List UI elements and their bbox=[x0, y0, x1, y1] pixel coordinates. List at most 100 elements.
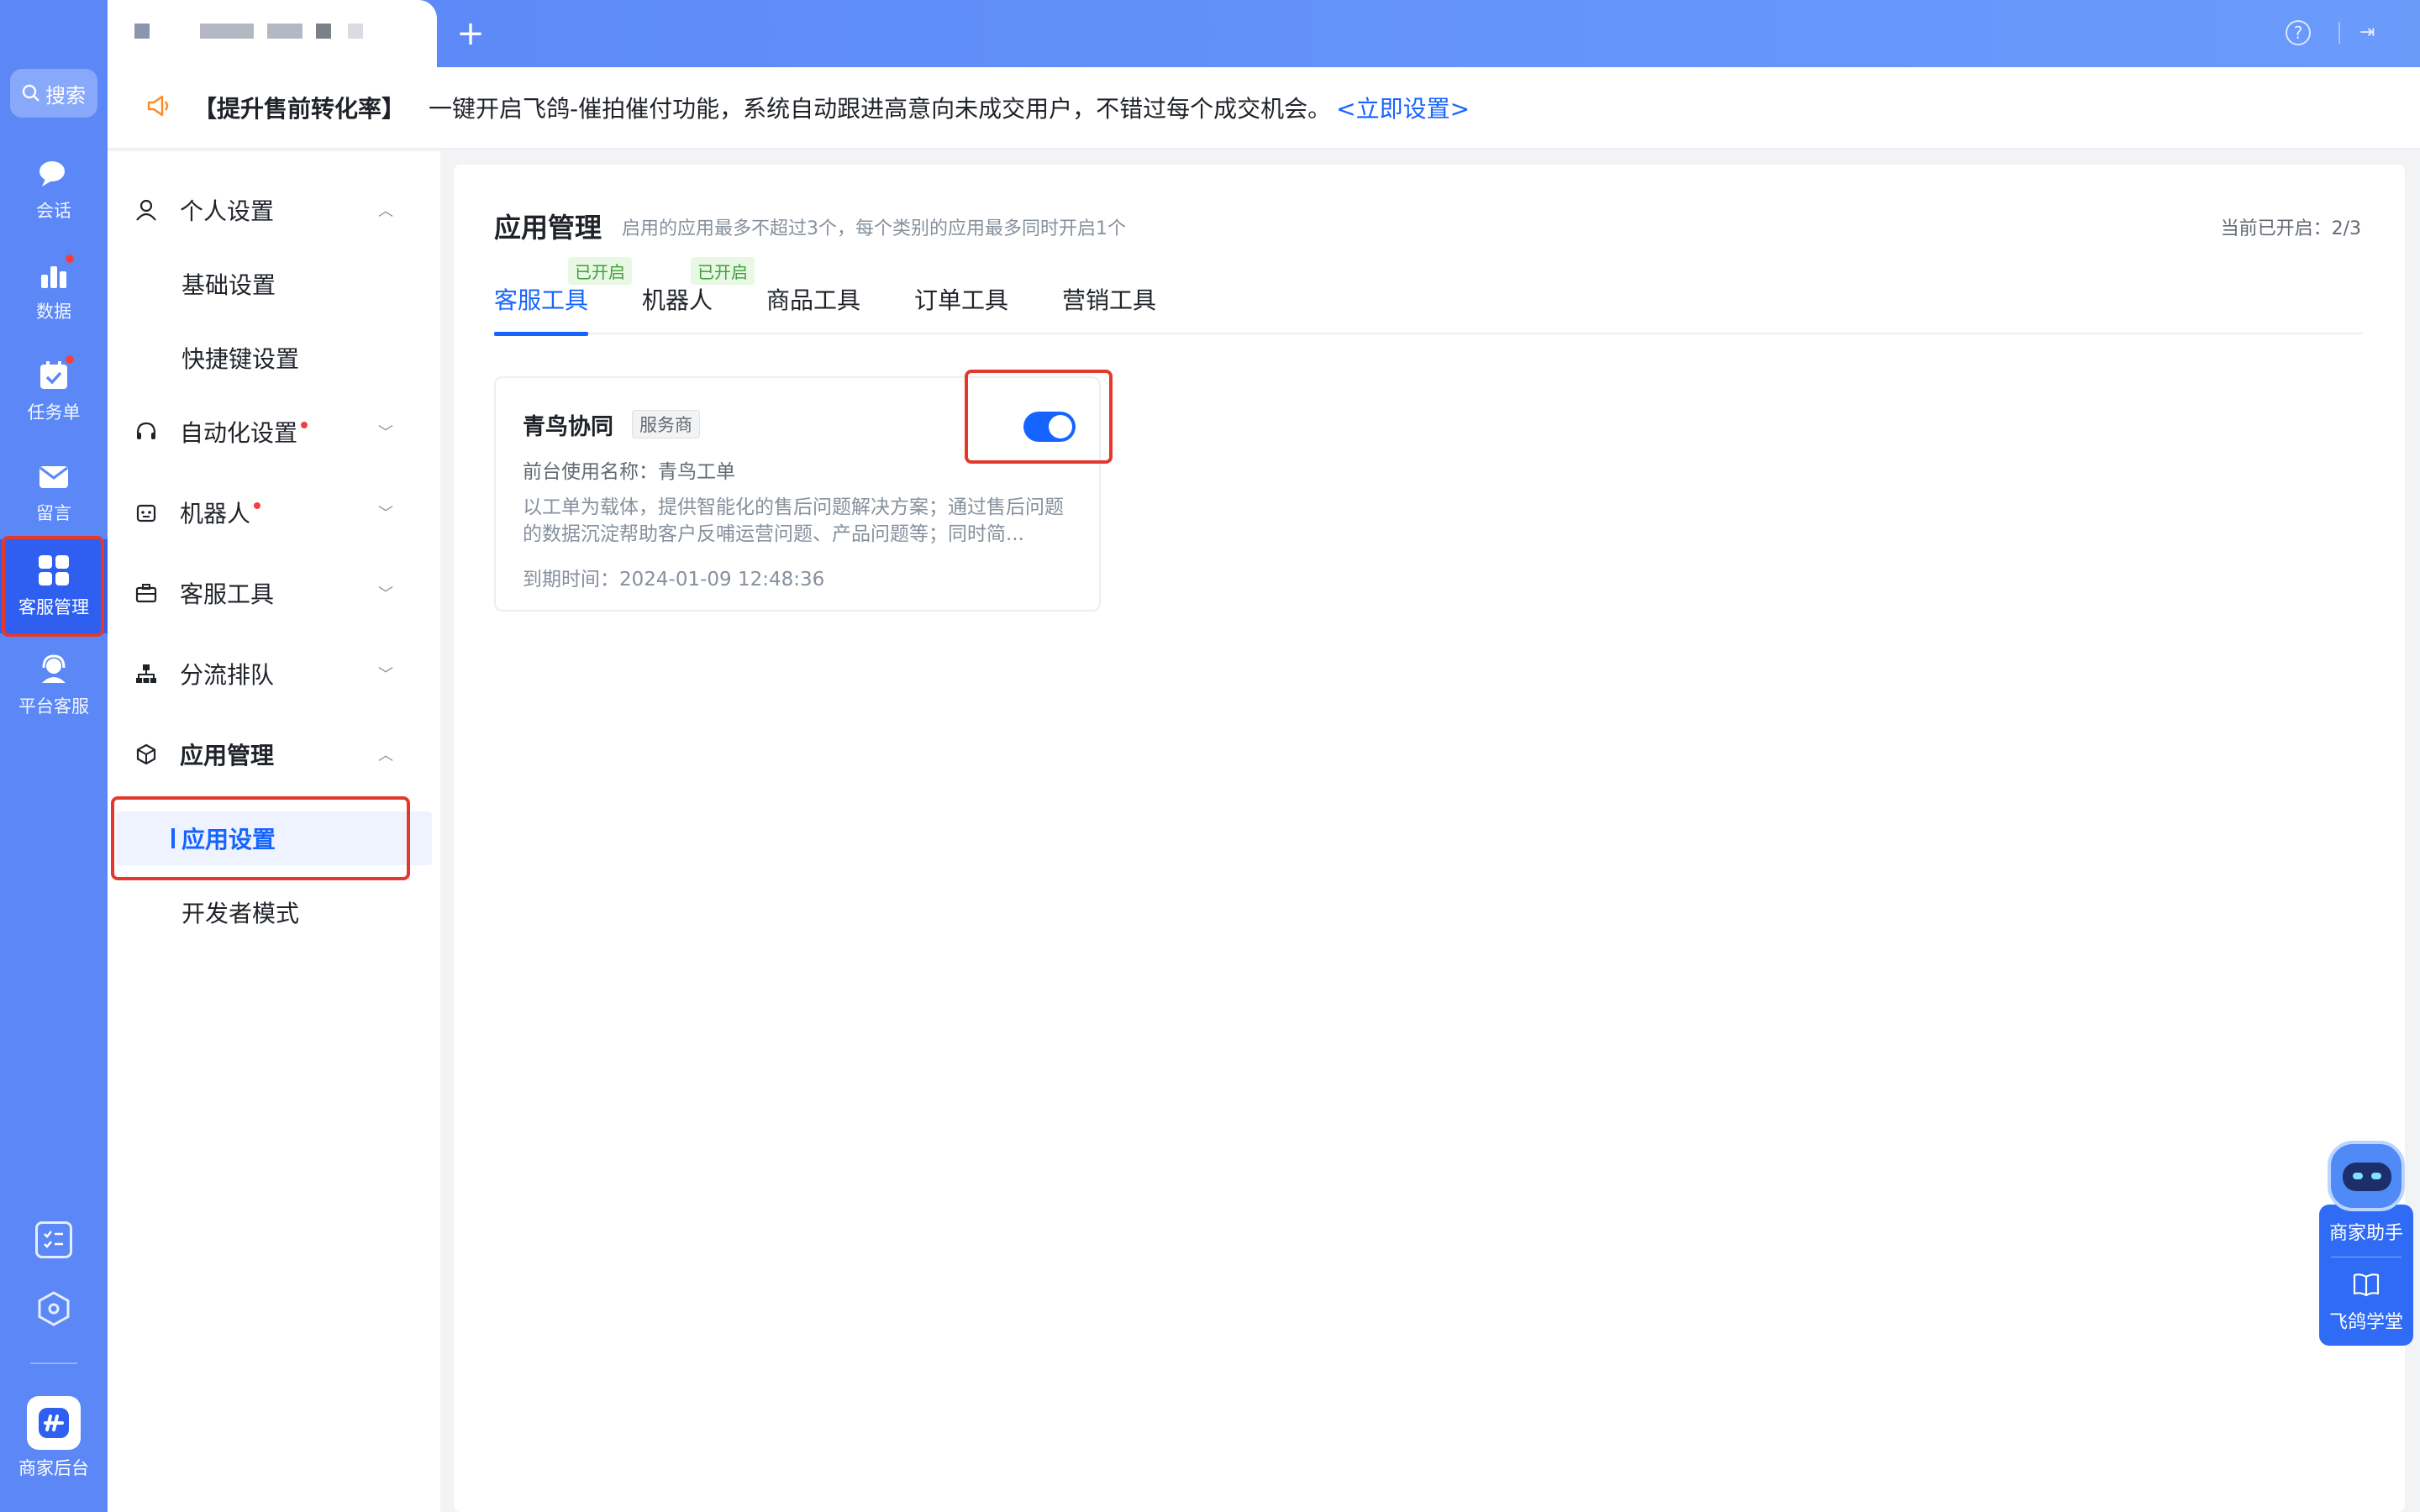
menu-group-label: 客服工具 bbox=[180, 580, 275, 608]
tab-label: 商品工具 bbox=[766, 286, 861, 314]
tab-title-redacted bbox=[316, 24, 331, 39]
tab-robot[interactable]: 机器人 已开启 bbox=[642, 257, 755, 334]
new-tab-plus-icon[interactable]: + bbox=[452, 15, 489, 52]
tab-favicon bbox=[134, 24, 150, 39]
tab-cs-tools[interactable]: 客服工具 已开启 bbox=[494, 257, 632, 336]
tab-title-redacted bbox=[267, 24, 302, 39]
settings-hexagon-icon[interactable] bbox=[35, 1290, 72, 1327]
page-description: 启用的应用最多不超过3个，每个类别的应用最多同时开启1个 bbox=[622, 218, 1126, 239]
rail-item-messages[interactable]: 留言 bbox=[0, 445, 108, 539]
notification-dot bbox=[254, 502, 261, 509]
tab-order-tools[interactable]: 订单工具 bbox=[914, 282, 1008, 334]
rail-item-tasks[interactable]: 任务单 bbox=[0, 344, 108, 438]
page-title: 应用管理 bbox=[494, 212, 602, 244]
chevron-down-icon: ﹀ bbox=[378, 505, 393, 522]
academy-label[interactable]: 飞鸽学堂 bbox=[2319, 1307, 2413, 1334]
rail-divider bbox=[30, 1362, 77, 1364]
envelope-icon bbox=[37, 459, 71, 493]
tab-label: 营销工具 bbox=[1062, 286, 1157, 314]
highlight-frame bbox=[965, 370, 1113, 464]
exit-icon[interactable]: ⇥ bbox=[2360, 22, 2383, 44]
help-icon[interactable]: ? bbox=[2286, 20, 2311, 45]
chevron-up-icon: ︿ bbox=[378, 202, 393, 220]
toolbox-icon bbox=[134, 581, 158, 605]
menu-group-label: 应用管理 bbox=[180, 742, 275, 769]
headset-icon bbox=[134, 420, 158, 444]
menu-group-label: 自动化设置 bbox=[180, 419, 298, 447]
menu-group-app-management[interactable]: 应用管理 ︿ bbox=[108, 727, 440, 781]
bar-chart-icon bbox=[37, 253, 76, 291]
notice-setup-link[interactable]: <立即设置> bbox=[1336, 91, 1470, 124]
search-icon bbox=[22, 84, 39, 102]
notification-dot bbox=[301, 422, 308, 428]
left-rail: 搜索 会话 数据 任务单 留言 客服管理 平台客服 商家后台 bbox=[0, 0, 108, 1512]
rail-item-label: 留言 bbox=[36, 503, 71, 523]
menu-item-shortcut-settings[interactable]: 快捷键设置 bbox=[108, 331, 440, 385]
rail-item-label: 数据 bbox=[36, 302, 71, 322]
app-description: 以工单为载体，提供智能化的售后问题解决方案；通过售后问题的数据沉淀帮助客户反哺运… bbox=[523, 496, 1064, 545]
tab-title-redacted bbox=[348, 24, 363, 39]
robot-icon bbox=[134, 501, 158, 524]
notice-bar: 【提升售前转化率】 一键开启飞鸽-催拍催付功能，系统自动跟进高意向未成交用户，不… bbox=[108, 67, 2420, 150]
checklist-icon[interactable] bbox=[35, 1221, 72, 1258]
rail-search-button[interactable]: 搜索 bbox=[10, 69, 97, 118]
chevron-down-icon: ﹀ bbox=[378, 666, 393, 684]
robot-avatar-icon[interactable] bbox=[2328, 1141, 2405, 1211]
tab-title-redacted bbox=[200, 24, 254, 39]
topbar-divider bbox=[2338, 22, 2340, 44]
rail-search-label: 搜索 bbox=[45, 83, 86, 108]
chat-bubbles-icon bbox=[37, 157, 71, 191]
menu-item-label: 开发者模式 bbox=[182, 900, 300, 927]
app-expire-time: 到期时间：2024-01-09 12:48:36 bbox=[523, 569, 825, 591]
menu-group-automation[interactable]: 自动化设置 ﹀ bbox=[108, 405, 440, 459]
app-name: 青鸟协同 bbox=[523, 414, 613, 440]
menu-group-personal[interactable]: 个人设置 ︿ bbox=[108, 183, 440, 237]
menu-group-routing[interactable]: 分流排队 ﹀ bbox=[108, 647, 440, 701]
menu-group-label: 机器人 bbox=[180, 500, 251, 528]
top-bar: + ? ⇥ bbox=[108, 0, 2420, 67]
rail-item-data[interactable]: 数据 bbox=[0, 244, 108, 338]
menu-group-label: 个人设置 bbox=[180, 197, 275, 225]
user-icon bbox=[134, 198, 158, 222]
notice-title: 【提升售前转化率】 bbox=[193, 95, 406, 123]
enabled-badge: 已开启 bbox=[691, 257, 755, 285]
chevron-down-icon: ﹀ bbox=[378, 424, 393, 442]
tab-label: 客服工具 bbox=[494, 286, 589, 314]
app-alias: 前台使用名称：青鸟工单 bbox=[523, 461, 735, 483]
notification-dot bbox=[64, 354, 76, 365]
rail-item-label: 平台客服 bbox=[18, 696, 89, 717]
cube-icon bbox=[134, 743, 158, 766]
highlight-frame bbox=[2, 536, 104, 637]
menu-group-cs-tools[interactable]: 客服工具 ﹀ bbox=[108, 566, 440, 620]
notification-dot bbox=[64, 253, 76, 265]
browser-tab[interactable] bbox=[108, 0, 437, 67]
settings-side-menu: 个人设置 ︿ 基础设置 快捷键设置 自动化设置 ﹀ 机器人 ﹀ 客服工具 ﹀ 分… bbox=[108, 151, 440, 1512]
highlight-frame bbox=[111, 796, 410, 880]
enabled-count: 当前已开启：2/3 bbox=[2220, 218, 2361, 239]
open-book-icon[interactable] bbox=[2351, 1272, 2381, 1299]
org-tree-icon bbox=[134, 662, 158, 685]
tab-product-tools[interactable]: 商品工具 bbox=[766, 282, 860, 334]
active-tab-underline bbox=[494, 332, 589, 336]
menu-item-developer-mode[interactable]: 开发者模式 bbox=[108, 885, 440, 939]
provider-tag: 服务商 bbox=[632, 410, 700, 438]
rail-item-label: 会话 bbox=[36, 201, 71, 221]
merchant-backend-logo-icon[interactable] bbox=[27, 1396, 81, 1450]
tab-label: 机器人 bbox=[642, 286, 713, 314]
menu-group-label: 分流排队 bbox=[180, 661, 275, 689]
calendar-check-icon bbox=[37, 354, 76, 392]
menu-item-basic-settings[interactable]: 基础设置 bbox=[108, 257, 440, 311]
headset-agent-icon bbox=[37, 653, 71, 686]
assistant-label[interactable]: 商家助手 bbox=[2319, 1218, 2413, 1245]
menu-group-robot[interactable]: 机器人 ﹀ bbox=[108, 486, 440, 539]
rail-item-platform-cs[interactable]: 平台客服 bbox=[0, 638, 108, 732]
megaphone-icon bbox=[146, 93, 175, 122]
rail-item-chat[interactable]: 会话 bbox=[0, 143, 108, 237]
tab-label: 订单工具 bbox=[914, 286, 1009, 314]
merchant-assistant-widget[interactable]: 商家助手 飞鸽学堂 bbox=[2319, 1141, 2413, 1346]
tab-marketing-tools[interactable]: 营销工具 bbox=[1062, 282, 1156, 334]
menu-item-label: 快捷键设置 bbox=[182, 345, 300, 373]
chevron-up-icon: ︿ bbox=[378, 747, 393, 764]
chevron-down-icon: ﹀ bbox=[378, 585, 393, 603]
category-tabs: 客服工具 已开启 机器人 已开启 商品工具 订单工具 营销工具 bbox=[494, 257, 2363, 336]
